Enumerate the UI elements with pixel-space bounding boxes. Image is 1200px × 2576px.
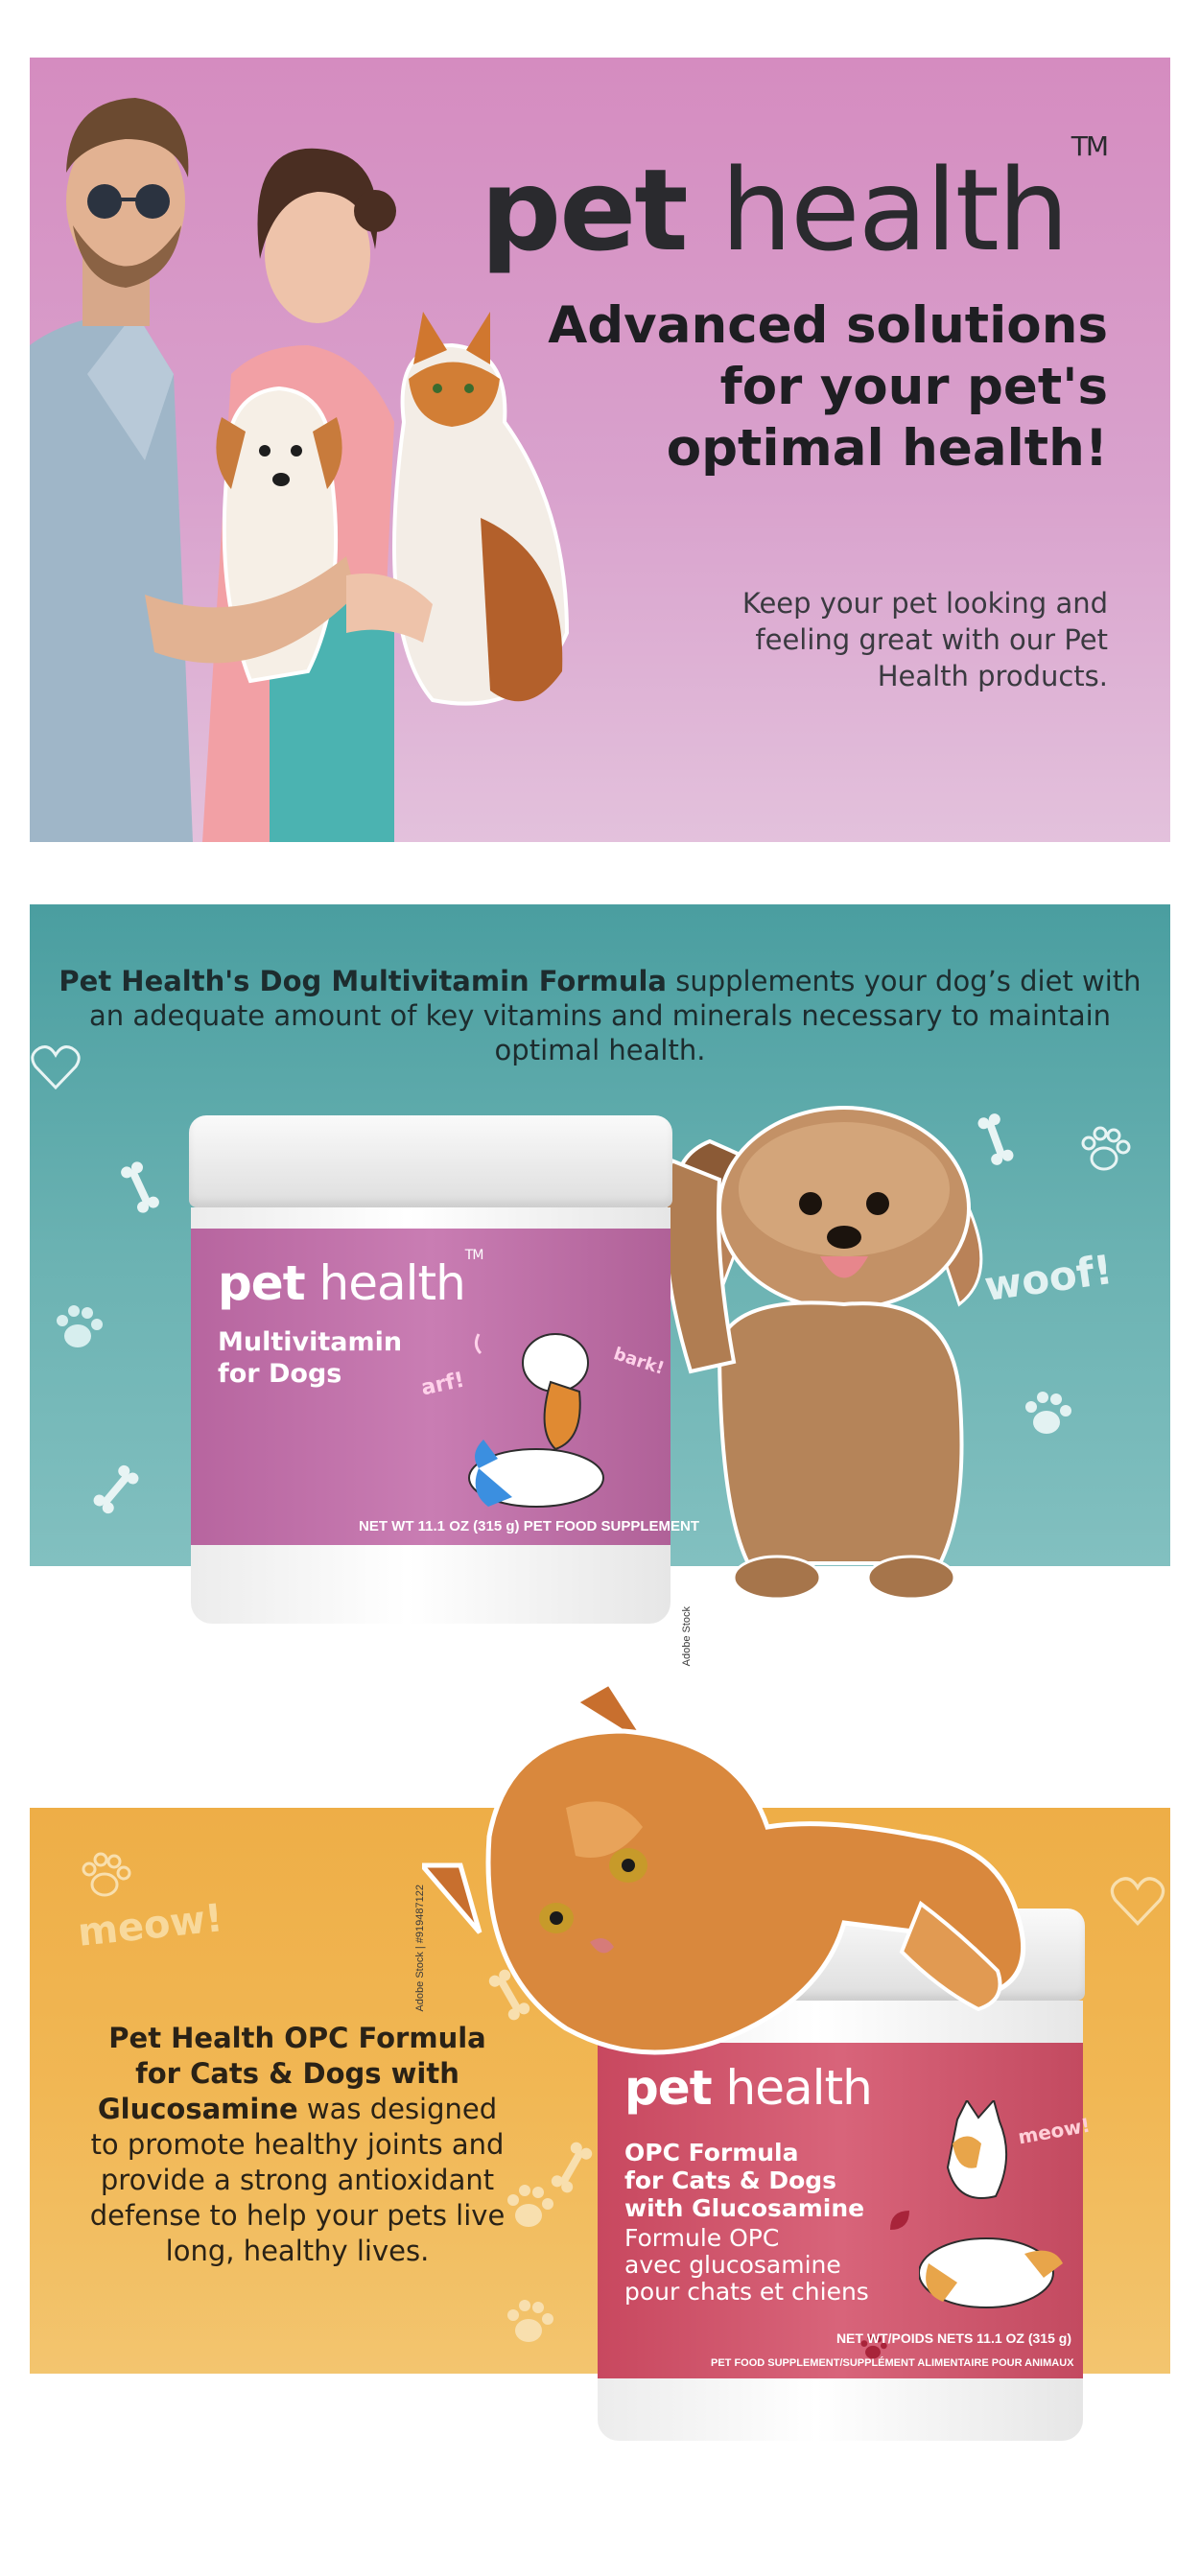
paw-print-outline-icon [1081,1126,1131,1171]
happy-dog-image [663,1106,983,1601]
meow-decoration: meow! [76,1896,225,1955]
logo-word-health: health [720,144,1070,276]
jar-net-weight: NET WT/POIDS NETS 11.1 OZ (315 g) [835,2330,1071,2346]
bone-icon [121,1161,159,1213]
jar-product-name: OPC Formula for Cats & Dogs with Glucosa… [624,2139,864,2222]
paw-print-icon [57,1305,103,1347]
jar-brand-logo: pet healthTM [218,1248,483,1311]
pet-health-logo: pet health TM [480,130,1109,276]
logo-word-pet: pet [480,144,689,276]
jar-product-line1: Multivitamin [218,1327,403,1357]
jar-french-name: Formule OPC avec glucosamine pour chats … [624,2225,869,2306]
cartoon-cat-and-dog-illustration [919,2100,1063,2308]
jar-net-weight: NET WT 11.1 OZ (315 g) PET FOOD SUPPLEME… [359,1518,700,1534]
jar-french-line2: avec glucosamine [624,2251,841,2279]
jar-product-line1: OPC Formula [624,2139,799,2166]
jar-lid [189,1115,672,1207]
paw-print-icon [1025,1392,1071,1434]
jar-label: pet healthTM Multivitamin for Dogs arf! … [191,1229,699,1545]
heart-outline-icon [1110,1877,1165,1926]
jar-french-line3: pour chats et chiens [624,2278,869,2306]
jar-product-name: Multivitamin for Dogs [218,1326,402,1390]
jar-supplement-text: PET FOOD SUPPLEMENT/SUPPLÉMENT ALIMENTAI… [711,2357,1074,2369]
jar-product-line2: for Dogs [218,1359,342,1389]
jar-french-line1: Formule OPC [624,2224,780,2252]
cartoon-dogs-illustration [468,1333,604,1508]
hero-banner: pet health TM Advanced solutions for your… [30,58,1170,842]
bone-icon [93,1464,139,1514]
logo-trademark: TM [1071,129,1109,162]
jar-product-line2: for Cats & Dogs [624,2166,837,2194]
peeking-cat-image [422,1683,1026,2055]
jar-product-line3: with Glucosamine [624,2194,865,2222]
jar-label: pet health OPC Formula for Cats & Dogs w… [598,2043,1092,2378]
paw-print-icon [507,2300,553,2342]
multivitamin-description: Pet Health's Dog Multivitamin Formula su… [58,964,1142,1067]
jar-brand-health: health [318,1255,466,1311]
hero-subtext: Keep your pet looking and feeling great … [741,587,1108,692]
paw-print-outline-icon [82,1852,131,1897]
multivitamin-jar: pet healthTM Multivitamin for Dogs arf! … [189,1115,699,1624]
jar-brand-pet: pet [218,1255,306,1311]
hero-headline: Advanced solutions for your pet's optima… [548,296,1108,478]
jar-brand-trademark: TM [464,1248,484,1264]
multivitamin-product-name: Pet Health's Dog Multivitamin Formula [59,965,668,997]
paw-print-icon [507,2185,553,2227]
stock-watermark: Adobe Stock [681,1606,693,1667]
leaf-icon [890,2211,909,2230]
